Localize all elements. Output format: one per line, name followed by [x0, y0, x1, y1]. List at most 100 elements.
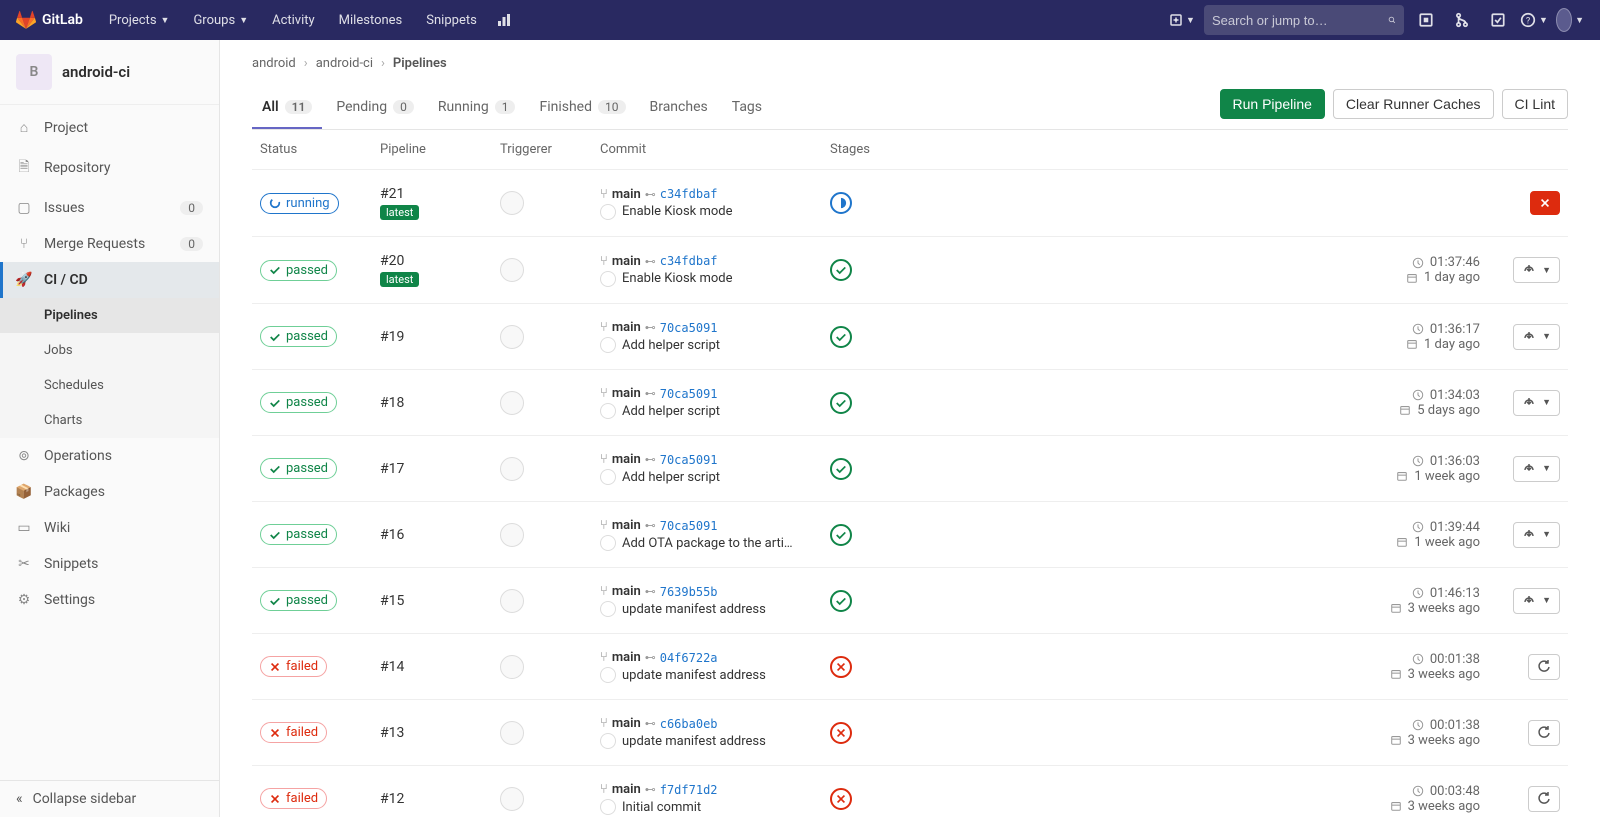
pipeline-id[interactable]: #15: [380, 593, 500, 609]
commit-message[interactable]: update manifest address: [622, 668, 766, 683]
retry-pipeline-button[interactable]: [1528, 720, 1560, 746]
stage-passed-icon[interactable]: [830, 392, 852, 414]
sidebar-item-ci-cd[interactable]: 🚀CI / CD: [0, 262, 219, 298]
branch-name[interactable]: main: [612, 650, 641, 665]
triggerer-avatar[interactable]: [500, 655, 524, 679]
commit-sha[interactable]: 70ca5091: [660, 519, 718, 533]
status-badge-passed[interactable]: passed: [260, 260, 337, 281]
retry-pipeline-button[interactable]: [1528, 654, 1560, 680]
search-box[interactable]: [1204, 5, 1404, 35]
commit-message[interactable]: Add helper script: [622, 404, 720, 419]
branch-name[interactable]: main: [612, 254, 641, 269]
triggerer-avatar[interactable]: [500, 721, 524, 745]
pipeline-id[interactable]: #20: [380, 253, 500, 269]
download-artifacts-button[interactable]: ▼: [1513, 456, 1560, 482]
pipeline-id[interactable]: #19: [380, 329, 500, 345]
tab-pending[interactable]: Pending0: [326, 87, 424, 129]
search-input[interactable]: [1212, 13, 1388, 28]
status-badge-failed[interactable]: failed: [260, 722, 327, 743]
stage-passed-icon[interactable]: [830, 524, 852, 546]
triggerer-avatar[interactable]: [500, 191, 524, 215]
tab-all[interactable]: All11: [252, 87, 322, 129]
stage-running-icon[interactable]: [830, 192, 852, 214]
branch-name[interactable]: main: [612, 452, 641, 467]
status-badge-running[interactable]: running: [260, 193, 339, 214]
top-nav-groups[interactable]: Groups▼: [183, 5, 258, 36]
status-badge-passed[interactable]: passed: [260, 590, 337, 611]
plus-dropdown[interactable]: ▼: [1168, 6, 1196, 34]
status-badge-passed[interactable]: passed: [260, 458, 337, 479]
download-artifacts-button[interactable]: ▼: [1513, 522, 1560, 548]
top-nav-projects[interactable]: Projects▼: [99, 5, 180, 36]
branch-name[interactable]: main: [612, 518, 641, 533]
commit-sha[interactable]: 70ca5091: [660, 321, 718, 335]
cancel-pipeline-button[interactable]: [1530, 191, 1560, 215]
ci-lint-button[interactable]: CI Lint: [1502, 89, 1568, 119]
gitlab-logo[interactable]: GitLab: [16, 10, 83, 30]
sidebar-item-snippets[interactable]: ✂Snippets: [0, 546, 219, 582]
sidebar-item-wiki[interactable]: ▭Wiki: [0, 510, 219, 546]
stage-passed-icon[interactable]: [830, 326, 852, 348]
stage-passed-icon[interactable]: [830, 590, 852, 612]
branch-name[interactable]: main: [612, 386, 641, 401]
sidebar-item-operations[interactable]: ⊚Operations: [0, 438, 219, 474]
status-badge-failed[interactable]: failed: [260, 788, 327, 809]
pipeline-id[interactable]: #13: [380, 725, 500, 741]
pipeline-id[interactable]: #17: [380, 461, 500, 477]
help-dropdown[interactable]: ?▼: [1520, 6, 1548, 34]
sidebar-sub-schedules[interactable]: Schedules: [0, 368, 219, 403]
sidebar-item-issues[interactable]: ▢Issues0: [0, 190, 219, 226]
commit-sha[interactable]: c66ba0eb: [660, 717, 718, 731]
pipeline-id[interactable]: #18: [380, 395, 500, 411]
issues-shortcut[interactable]: [1412, 6, 1440, 34]
download-artifacts-button[interactable]: ▼: [1513, 390, 1560, 416]
top-nav-milestones[interactable]: Milestones: [329, 5, 413, 36]
sidebar-item-packages[interactable]: 📦Packages: [0, 474, 219, 510]
triggerer-avatar[interactable]: [500, 787, 524, 811]
commit-sha[interactable]: c34fdbaf: [660, 187, 718, 201]
commit-sha[interactable]: 70ca5091: [660, 453, 718, 467]
status-badge-passed[interactable]: passed: [260, 392, 337, 413]
commit-sha[interactable]: c34fdbaf: [660, 254, 718, 268]
user-menu[interactable]: ▼: [1556, 6, 1584, 34]
merge-requests-shortcut[interactable]: [1448, 6, 1476, 34]
triggerer-avatar[interactable]: [500, 325, 524, 349]
download-artifacts-button[interactable]: ▼: [1513, 257, 1560, 283]
branch-name[interactable]: main: [612, 584, 641, 599]
pipeline-id[interactable]: #21: [380, 186, 500, 202]
sidebar-item-project[interactable]: ⌂Project: [0, 109, 219, 146]
commit-sha[interactable]: 04f6722a: [660, 651, 718, 665]
download-artifacts-button[interactable]: ▼: [1513, 324, 1560, 350]
stage-passed-icon[interactable]: [830, 259, 852, 281]
triggerer-avatar[interactable]: [500, 391, 524, 415]
sidebar-sub-jobs[interactable]: Jobs: [0, 333, 219, 368]
pipeline-id[interactable]: #12: [380, 791, 500, 807]
commit-sha[interactable]: 70ca5091: [660, 387, 718, 401]
commit-message[interactable]: update manifest address: [622, 602, 766, 617]
tab-finished[interactable]: Finished10: [529, 87, 635, 129]
project-header[interactable]: B android-ci: [0, 40, 219, 105]
stage-failed-icon[interactable]: [830, 722, 852, 744]
sidebar-sub-pipelines[interactable]: Pipelines: [0, 298, 219, 333]
collapse-sidebar[interactable]: « Collapse sidebar: [0, 780, 219, 817]
stage-failed-icon[interactable]: [830, 656, 852, 678]
commit-message[interactable]: update manifest address: [622, 734, 766, 749]
commit-message[interactable]: Add helper script: [622, 470, 720, 485]
sidebar-item-repository[interactable]: 🗎Repository: [0, 146, 219, 190]
status-badge-passed[interactable]: passed: [260, 326, 337, 347]
commit-message[interactable]: Add helper script: [622, 338, 720, 353]
run-pipeline-button[interactable]: Run Pipeline: [1220, 89, 1325, 119]
commit-message[interactable]: Enable Kiosk mode: [622, 271, 733, 286]
pipeline-id[interactable]: #14: [380, 659, 500, 675]
status-badge-passed[interactable]: passed: [260, 524, 337, 545]
tab-running[interactable]: Running1: [428, 87, 526, 129]
commit-sha[interactable]: 7639b55b: [660, 585, 718, 599]
clear-caches-button[interactable]: Clear Runner Caches: [1333, 89, 1494, 119]
triggerer-avatar[interactable]: [500, 589, 524, 613]
triggerer-avatar[interactable]: [500, 457, 524, 481]
top-nav-activity[interactable]: Activity: [262, 5, 325, 36]
branch-name[interactable]: main: [612, 716, 641, 731]
breadcrumb-item[interactable]: android: [252, 56, 296, 71]
status-badge-failed[interactable]: failed: [260, 656, 327, 677]
top-nav-snippets[interactable]: Snippets: [416, 5, 487, 36]
